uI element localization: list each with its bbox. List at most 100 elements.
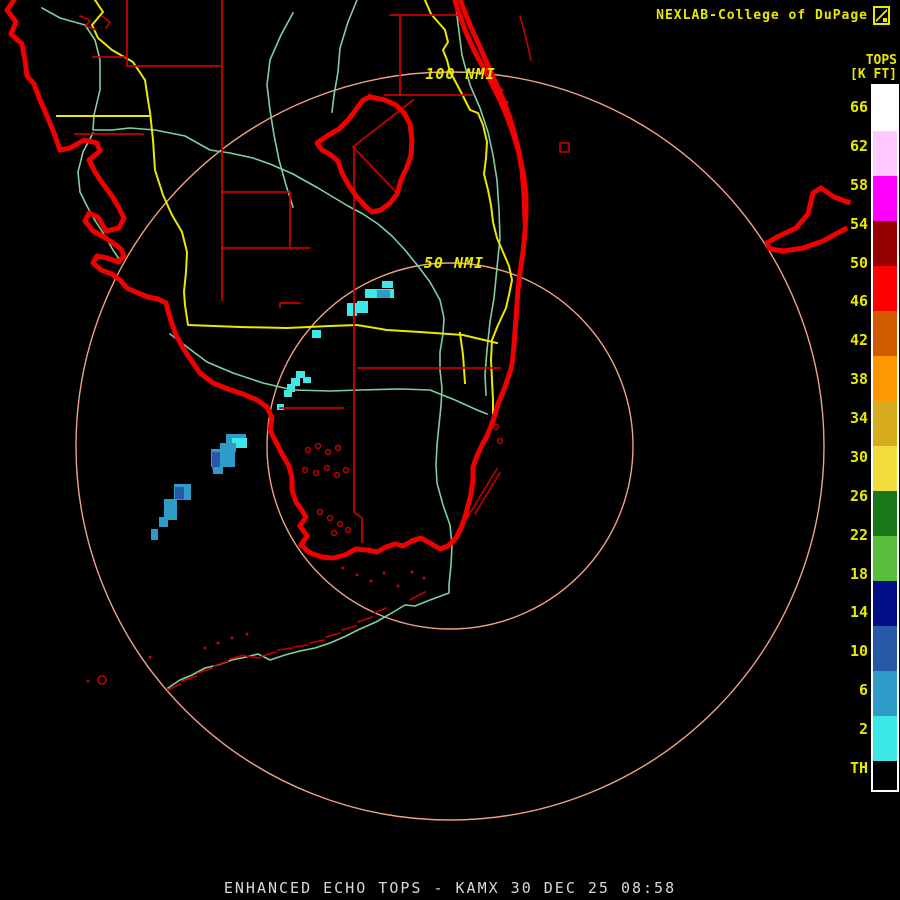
colorbar-block — [873, 176, 897, 221]
colorbar-label: 6 — [858, 681, 868, 700]
shoreline-detail — [519, 15, 532, 61]
shoreline-detail — [309, 639, 325, 644]
small-lake — [559, 142, 570, 153]
islet — [333, 471, 341, 479]
echo-cell — [296, 371, 305, 378]
islet-dot — [341, 566, 345, 570]
islet — [336, 520, 344, 528]
colorbar-label: 50 — [849, 253, 868, 272]
islet — [326, 514, 334, 522]
colorbar-label: 62 — [849, 136, 868, 155]
colorbar-label: 54 — [849, 214, 868, 233]
shoreline-detail — [356, 615, 374, 624]
islet — [492, 423, 500, 431]
cod-logo-icon — [873, 6, 890, 25]
echo-cell — [159, 517, 168, 527]
colorbar-block — [873, 311, 897, 356]
colorbar-block — [873, 446, 897, 491]
colorbar-label: 42 — [849, 331, 868, 350]
colorbar-block — [873, 131, 897, 176]
road-teal — [266, 11, 295, 209]
colorbar-block — [873, 221, 897, 266]
colorbar-block — [873, 266, 897, 311]
islet — [97, 675, 107, 685]
shoreline-detail — [293, 644, 309, 648]
echo-cell — [151, 529, 158, 540]
shoreline-detail — [372, 606, 388, 615]
islet — [496, 437, 504, 445]
islet — [312, 469, 320, 477]
road-teal — [331, 0, 358, 113]
road-yellow — [91, 0, 499, 345]
echo-cell — [347, 303, 357, 316]
range-ring-label-100: 100 NMI — [425, 65, 496, 83]
credit-text: NEXLAB-College of DuPage — [656, 8, 868, 23]
echo-cell — [284, 390, 292, 397]
county-line — [353, 146, 363, 543]
islet-dot — [355, 573, 359, 577]
county-line — [351, 145, 399, 195]
islet-dot — [203, 646, 207, 650]
islet — [324, 448, 332, 456]
county-line — [351, 98, 415, 149]
colorbar-label: 66 — [849, 98, 868, 116]
islet-dot — [382, 571, 386, 575]
islet — [301, 466, 309, 474]
shoreline-detail — [277, 647, 293, 651]
range-ring-100nmi — [75, 71, 825, 821]
shoreline-detail — [341, 625, 357, 631]
shoreline-detail — [100, 14, 111, 30]
shoreline-detail — [212, 659, 230, 668]
islet — [316, 508, 324, 516]
colorbar-label: 30 — [849, 447, 868, 466]
islet — [344, 526, 352, 534]
colorbar-block — [873, 626, 897, 671]
range-ring-label-50: 50 NMI — [423, 254, 485, 272]
islet — [342, 466, 350, 474]
county-line — [279, 302, 301, 308]
islet-dot — [216, 641, 220, 645]
islet-dot — [422, 576, 426, 580]
map-canvas — [4, 0, 852, 821]
islet — [330, 529, 338, 537]
echo-cell — [213, 467, 223, 474]
colorbar-label: 34 — [849, 409, 868, 428]
echo-cell — [312, 330, 321, 338]
islet — [323, 464, 331, 472]
colorbar-block — [873, 761, 897, 790]
shoreline-detail — [245, 655, 261, 659]
islet-dot — [230, 636, 234, 640]
colorbar-label: 26 — [849, 486, 868, 505]
islet-dot — [396, 584, 400, 588]
islet — [334, 444, 342, 452]
road-teal — [168, 332, 489, 416]
shoreline-detail — [408, 590, 427, 602]
islet — [314, 442, 322, 450]
colorbar-block — [873, 86, 897, 131]
colorbar-label: 38 — [849, 370, 868, 389]
islet — [304, 446, 312, 454]
colorbar-label: TH — [849, 758, 868, 777]
shoreline-detail — [325, 632, 341, 638]
echo-cell — [164, 499, 177, 520]
colorbar-block — [873, 716, 897, 761]
road-yellow — [458, 331, 467, 385]
echo-cell — [382, 281, 393, 288]
product-caption: ENHANCED ECHO TOPS - KAMX 30 DEC 25 08:5… — [223, 879, 677, 897]
colorbar-title: TOPS — [865, 53, 897, 68]
colorbar-label: 22 — [849, 525, 868, 544]
colorbar-label: 18 — [849, 564, 868, 583]
colorbar-units: [K FT] — [850, 67, 897, 82]
colorbar-block — [873, 356, 897, 401]
credit-line: NEXLAB-College of DuPage — [656, 6, 890, 25]
islet-dot — [86, 679, 90, 683]
colorbar — [871, 84, 899, 792]
islet-dot — [148, 655, 152, 659]
islet-dot — [245, 632, 249, 636]
colorbar-block — [873, 671, 897, 716]
colorbar-label: 10 — [849, 642, 868, 661]
coastline — [314, 93, 415, 215]
echo-cell — [377, 290, 390, 298]
colorbar-block — [873, 581, 897, 626]
colorbar-block — [873, 536, 897, 581]
